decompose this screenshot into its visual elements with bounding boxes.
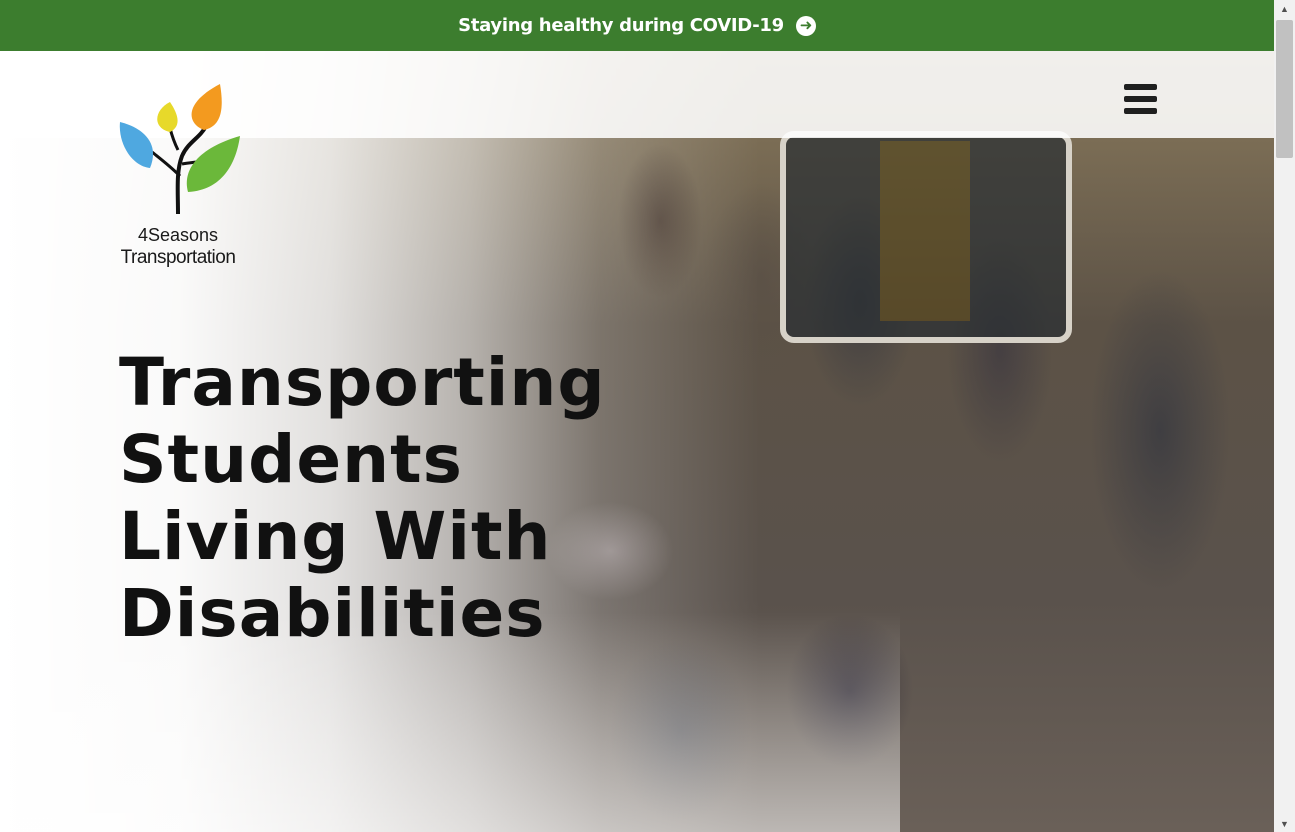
logo-text-tagline: Transportation: [120, 247, 236, 268]
covid-announcement-banner[interactable]: Staying healthy during COVID-19 ➜: [0, 0, 1274, 51]
headline-line: Disabilities: [119, 575, 546, 652]
hamburger-menu-icon[interactable]: [1124, 84, 1158, 114]
scroll-down-arrow-icon[interactable]: ▼: [1274, 815, 1295, 832]
tree-leaves-icon: [119, 84, 240, 215]
announcement-text: Staying healthy during COVID-19: [458, 15, 784, 36]
scroll-up-arrow-icon[interactable]: ▲: [1274, 0, 1295, 17]
headline-line: Students: [119, 421, 463, 498]
hero-headline: Transporting Students Living With Disabi…: [119, 344, 606, 652]
headline-line: Transporting: [119, 344, 606, 421]
logo-text-brand: 4Seasons: [137, 225, 219, 245]
site-logo[interactable]: 4Seasons Transportation: [112, 80, 244, 270]
scrollbar-thumb[interactable]: [1276, 20, 1293, 158]
arrow-circle-right-icon: ➜: [795, 15, 816, 36]
headline-line: Living With: [119, 498, 552, 575]
page-scrollbar[interactable]: ▲ ▼: [1274, 0, 1295, 832]
